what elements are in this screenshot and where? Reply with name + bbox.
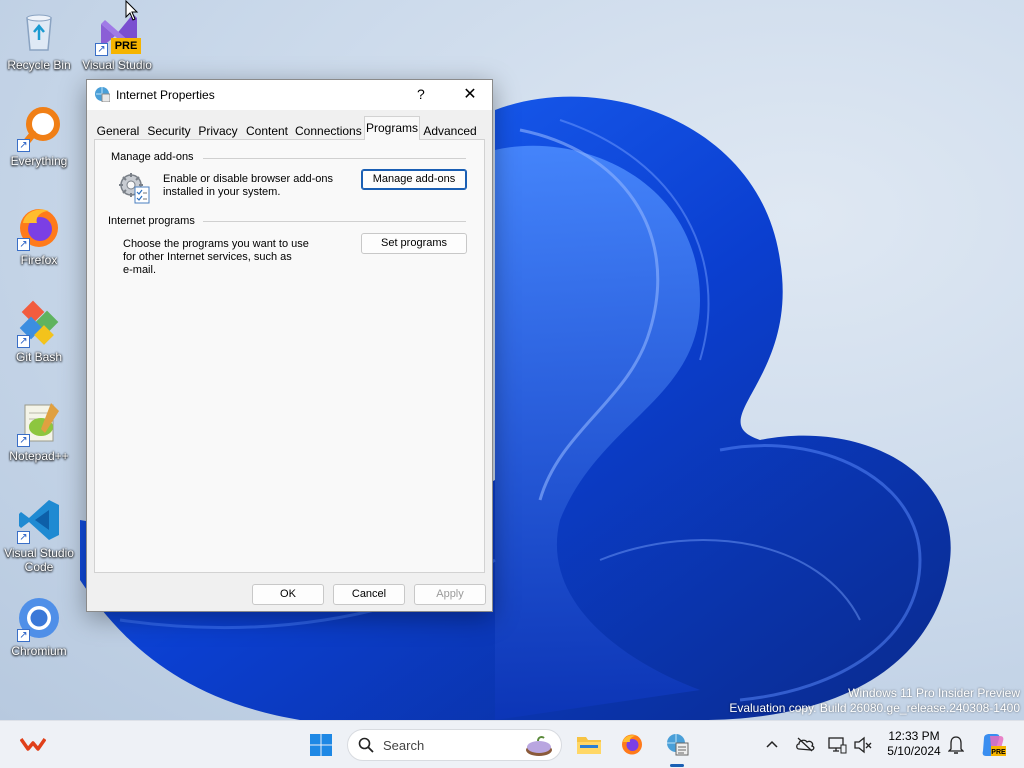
- shortcut-arrow-icon: ↗: [17, 238, 30, 251]
- notepad-plus-plus-icon: ↗: [15, 399, 63, 447]
- watermark-line-1: Windows 11 Pro Insider Preview: [848, 686, 1020, 700]
- vscode-icon: ↗: [15, 496, 63, 544]
- shortcut-arrow-icon: ↗: [17, 629, 30, 642]
- clock-date: 5/10/2024: [887, 744, 941, 758]
- desktop-icon-label: Chromium: [11, 644, 67, 658]
- desktop-icon-label: Firefox: [20, 253, 58, 267]
- internet-programs-group-title: Internet programs: [108, 215, 195, 227]
- programs-description-line-1: Choose the programs you want to use: [123, 238, 309, 250]
- git-bash-icon: ↗: [15, 300, 63, 348]
- desktop-icon-visual-studio[interactable]: PRE ↗ Visual Studio: [80, 8, 154, 72]
- taskbar-clock[interactable]: 12:33 PM 5/10/2024: [876, 729, 952, 759]
- group-divider: [203, 158, 466, 159]
- start-icon[interactable]: [309, 733, 333, 757]
- ok-button[interactable]: OK: [252, 584, 324, 605]
- programs-description-line-2: for other Internet services, such as: [123, 251, 292, 263]
- cancel-button[interactable]: Cancel: [333, 584, 405, 605]
- desktop-icon-label: Recycle Bin: [7, 58, 71, 72]
- shortcut-arrow-icon: ↗: [95, 43, 108, 56]
- addons-description-line-1: Enable or disable browser add-ons: [163, 173, 333, 185]
- taskbar: Search 12:33 PM 5/10/2024 PRE: [0, 720, 1024, 768]
- notification-bell-icon[interactable]: [948, 735, 964, 755]
- shortcut-arrow-icon: ↗: [17, 139, 30, 152]
- tab-programs[interactable]: Programs: [364, 116, 420, 140]
- desktop-icon-everything[interactable]: ↗ Everything: [2, 104, 76, 168]
- firefox-icon: ↗: [15, 203, 63, 251]
- tab-content[interactable]: Content: [243, 120, 291, 140]
- manage-addons-group-title: Manage add-ons: [111, 151, 194, 163]
- chromium-icon: ↗: [15, 594, 63, 642]
- tab-general[interactable]: General: [94, 120, 142, 140]
- help-button[interactable]: ?: [417, 86, 425, 102]
- tab-privacy[interactable]: Privacy: [197, 120, 239, 140]
- desktop-icon-label: Git Bash: [15, 350, 63, 364]
- dialog-title: Internet Properties: [116, 88, 215, 102]
- close-button[interactable]: ✕: [462, 84, 478, 104]
- desktop-icon-git-bash[interactable]: ↗ Git Bash: [2, 300, 76, 364]
- chevron-up-icon[interactable]: [766, 739, 778, 749]
- shortcut-arrow-icon: ↗: [17, 335, 30, 348]
- clock-time: 12:33 PM: [888, 729, 940, 743]
- programs-description-line-3: e-mail.: [123, 264, 157, 276]
- firefox-icon[interactable]: [620, 732, 644, 756]
- copilot-icon[interactable]: PRE: [980, 732, 1006, 758]
- tab-connections[interactable]: Connections: [294, 120, 362, 140]
- desktop-icon-label: Notepad++: [9, 449, 69, 463]
- shortcut-arrow-icon: ↗: [17, 531, 30, 544]
- desktop-icon-label: Visual Studio: [82, 58, 152, 72]
- desktop-icon-vscode[interactable]: ↗ Visual Studio Code: [2, 496, 76, 574]
- desktop-icon-label: Visual Studio Code: [4, 546, 74, 574]
- internet-properties-dialog: Internet Properties ? ✕ General Security…: [86, 79, 493, 612]
- watermark-line-2: Evaluation copy. Build 26080.ge_release.…: [729, 701, 1020, 715]
- search-highlight-icon: [526, 736, 552, 756]
- apply-button[interactable]: Apply: [414, 584, 486, 605]
- manage-addons-button[interactable]: Manage add-ons: [361, 169, 467, 190]
- programs-panel: Manage add-ons Enable or disable browser…: [94, 139, 485, 573]
- file-explorer-icon[interactable]: [576, 733, 602, 755]
- mouse-cursor-icon: [125, 0, 139, 21]
- dialog-titlebar[interactable]: Internet Properties ? ✕: [87, 80, 492, 110]
- recycle-bin-icon: [15, 8, 63, 56]
- search-icon: [358, 737, 374, 753]
- internet-properties-icon: [95, 87, 110, 102]
- addons-description-line-2: installed in your system.: [163, 186, 281, 198]
- pre-badge: PRE: [111, 38, 141, 54]
- display-icon[interactable]: [827, 736, 847, 754]
- group-divider: [203, 221, 466, 222]
- widgets-icon[interactable]: [20, 735, 46, 753]
- svg-text:PRE: PRE: [991, 749, 1006, 756]
- desktop-icon-firefox[interactable]: ↗ Firefox: [2, 203, 76, 267]
- volume-icon[interactable]: [853, 736, 873, 754]
- desktop-icon-label: Everything: [10, 154, 68, 168]
- search-placeholder: Search: [383, 738, 425, 753]
- tab-advanced[interactable]: Advanced: [422, 120, 478, 140]
- desktop-icon-notepad-plus-plus[interactable]: ↗ Notepad++: [2, 399, 76, 463]
- set-programs-button[interactable]: Set programs: [361, 233, 467, 254]
- onedrive-icon[interactable]: [795, 736, 815, 752]
- desktop-icon-chromium[interactable]: ↗ Chromium: [2, 594, 76, 658]
- internet-properties-icon[interactable]: [665, 732, 689, 756]
- shortcut-arrow-icon: ↗: [17, 434, 30, 447]
- active-app-indicator: [670, 764, 684, 767]
- tab-security[interactable]: Security: [144, 120, 194, 140]
- taskbar-search-box[interactable]: Search: [347, 729, 562, 761]
- desktop-icon-recycle-bin[interactable]: Recycle Bin: [2, 8, 76, 72]
- addons-gear-icon: [119, 173, 150, 204]
- everything-search-icon: ↗: [15, 104, 63, 152]
